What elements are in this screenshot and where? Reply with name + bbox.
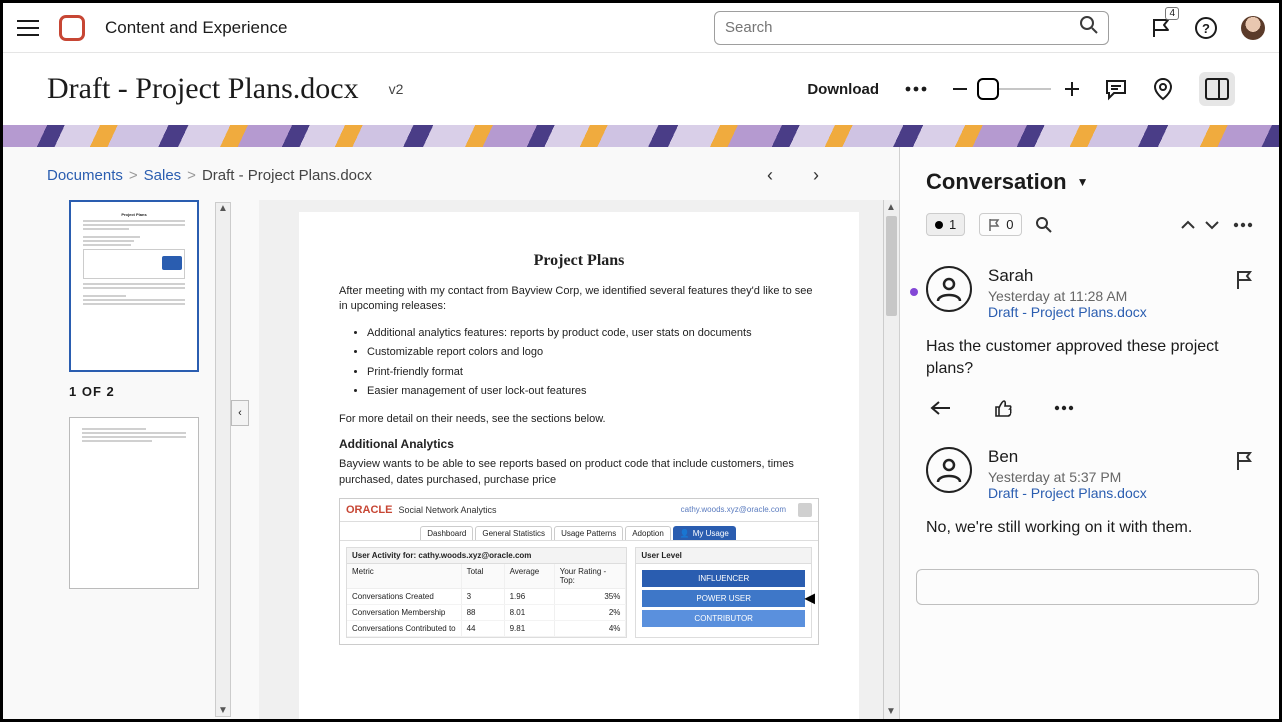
conversation-panel: Conversation ▼ 1 0 bbox=[899, 147, 1279, 719]
embed-logo: ORACLE bbox=[346, 504, 392, 516]
next-page-icon[interactable]: › bbox=[813, 165, 819, 186]
notification-badge: 4 bbox=[1165, 7, 1179, 20]
embed-user: cathy.woods.xyz@oracle.com bbox=[681, 505, 786, 514]
global-header: Content and Experience 4 ? bbox=[3, 3, 1279, 53]
svg-text:?: ? bbox=[1202, 21, 1210, 36]
breadcrumb-mid[interactable]: Sales bbox=[144, 167, 182, 184]
conversation-icon[interactable] bbox=[1105, 78, 1127, 100]
zoom-control bbox=[953, 82, 1079, 96]
embed-user-level: User Level INFLUENCER POWER USER◀ CONTRI… bbox=[635, 547, 812, 638]
sidepanel-toggle-icon[interactable] bbox=[1199, 72, 1235, 106]
message-author: Ben bbox=[988, 447, 1147, 467]
doc-scrollbar[interactable]: ▲▼ bbox=[883, 200, 899, 719]
message-author: Sarah bbox=[988, 266, 1147, 286]
zoom-out-button[interactable] bbox=[953, 82, 967, 96]
zoom-slider[interactable] bbox=[981, 88, 1051, 90]
embed-tabs: Dashboard General Statistics Usage Patte… bbox=[340, 522, 818, 541]
conv-search-icon[interactable] bbox=[1036, 217, 1052, 233]
doc-version: v2 bbox=[389, 81, 404, 97]
reply-input[interactable] bbox=[916, 569, 1259, 605]
doc-toolbar: Draft - Project Plans.docx v2 Download bbox=[3, 53, 1279, 125]
breadcrumb-root[interactable]: Documents bbox=[47, 167, 123, 184]
message-flag-icon[interactable] bbox=[1235, 451, 1253, 476]
thumbnail-page-1[interactable]: Project Plans bbox=[69, 200, 199, 372]
collapse-thumbs-icon[interactable]: ‹ bbox=[231, 400, 249, 426]
avatar-icon bbox=[926, 447, 972, 493]
menu-icon[interactable] bbox=[17, 20, 39, 36]
unread-indicator bbox=[910, 288, 918, 296]
next-message-icon[interactable] bbox=[1205, 220, 1219, 230]
avatar-icon bbox=[926, 266, 972, 312]
download-button[interactable]: Download bbox=[807, 81, 879, 98]
doc-heading: Project Plans bbox=[339, 252, 819, 270]
reply-icon[interactable] bbox=[930, 400, 952, 416]
doc-followup: For more detail on their needs, see the … bbox=[339, 412, 819, 427]
thumbnail-panel: ▲▼ Project Plans bbox=[47, 200, 227, 719]
flagged-filter[interactable]: 0 bbox=[979, 213, 1022, 236]
doc-page: Project Plans After meeting with my cont… bbox=[299, 212, 859, 719]
message-time: Yesterday at 11:28 AM bbox=[988, 288, 1147, 304]
more-actions-icon[interactable] bbox=[905, 86, 927, 92]
like-icon[interactable] bbox=[994, 399, 1012, 417]
notifications-icon[interactable]: 4 bbox=[1151, 17, 1171, 39]
embed-table: User Activity for: cathy.woods.xyz@oracl… bbox=[346, 547, 627, 638]
message-attachment-link[interactable]: Draft - Project Plans.docx bbox=[988, 304, 1147, 320]
embed-tab: Usage Patterns bbox=[554, 526, 623, 540]
conversation-dropdown-icon[interactable]: ▼ bbox=[1077, 175, 1089, 189]
doc-viewer[interactable]: ▲▼ Project Plans After meeting with my c… bbox=[259, 200, 899, 719]
app-title: Content and Experience bbox=[105, 18, 287, 38]
embed-avatar-icon bbox=[798, 503, 812, 517]
thumb-scrollbar[interactable]: ▲▼ bbox=[215, 202, 231, 717]
help-icon[interactable]: ? bbox=[1195, 17, 1217, 39]
doc-title: Draft - Project Plans.docx bbox=[47, 72, 359, 106]
search-icon[interactable] bbox=[1080, 16, 1098, 39]
embed-tab: General Statistics bbox=[475, 526, 552, 540]
user-avatar[interactable] bbox=[1241, 16, 1265, 40]
embed-tab: Dashboard bbox=[420, 526, 473, 540]
embed-tab-active: 👤 My Usage bbox=[673, 526, 736, 540]
message-item: Ben Yesterday at 5:37 PM Draft - Project… bbox=[900, 439, 1279, 561]
zoom-handle[interactable] bbox=[977, 78, 999, 100]
doc-bullets: Additional analytics features: reports b… bbox=[367, 325, 819, 400]
breadcrumb-current: Draft - Project Plans.docx bbox=[202, 167, 372, 184]
msg-more-icon[interactable] bbox=[1054, 405, 1074, 411]
conversation-title: Conversation bbox=[926, 169, 1067, 195]
message-body: Has the customer approved these project … bbox=[926, 336, 1253, 381]
thumbnail-page-2[interactable] bbox=[69, 417, 199, 589]
message-attachment-link[interactable]: Draft - Project Plans.docx bbox=[988, 485, 1147, 501]
doc-intro: After meeting with my contact from Bayvi… bbox=[339, 284, 819, 315]
page-indicator: 1 OF 2 bbox=[69, 384, 199, 399]
doc-para2: Bayview wants to be able to see reports … bbox=[339, 457, 819, 488]
embedded-screenshot: ORACLE Social Network Analytics cathy.wo… bbox=[339, 498, 819, 645]
unread-filter[interactable]: 1 bbox=[926, 213, 965, 236]
doc-subheading: Additional Analytics bbox=[339, 437, 819, 451]
message-item: Sarah Yesterday at 11:28 AM Draft - Proj… bbox=[900, 258, 1279, 439]
flag-icon bbox=[988, 218, 1000, 232]
decorative-banner bbox=[3, 125, 1279, 147]
embed-tab: Adoption bbox=[625, 526, 671, 540]
global-search[interactable] bbox=[714, 11, 1109, 45]
breadcrumb: Documents > Sales > Draft - Project Plan… bbox=[3, 165, 899, 200]
message-body: No, we're still working on it with them. bbox=[926, 517, 1253, 539]
prev-page-icon[interactable]: ‹ bbox=[767, 165, 773, 186]
search-input[interactable] bbox=[725, 19, 1080, 36]
conv-more-icon[interactable] bbox=[1233, 222, 1253, 228]
prev-message-icon[interactable] bbox=[1181, 220, 1195, 230]
location-icon[interactable] bbox=[1153, 77, 1173, 101]
zoom-in-button[interactable] bbox=[1065, 82, 1079, 96]
embed-title: Social Network Analytics bbox=[398, 505, 496, 515]
brand-logo bbox=[59, 15, 85, 41]
message-time: Yesterday at 5:37 PM bbox=[988, 469, 1147, 485]
message-flag-icon[interactable] bbox=[1235, 270, 1253, 295]
